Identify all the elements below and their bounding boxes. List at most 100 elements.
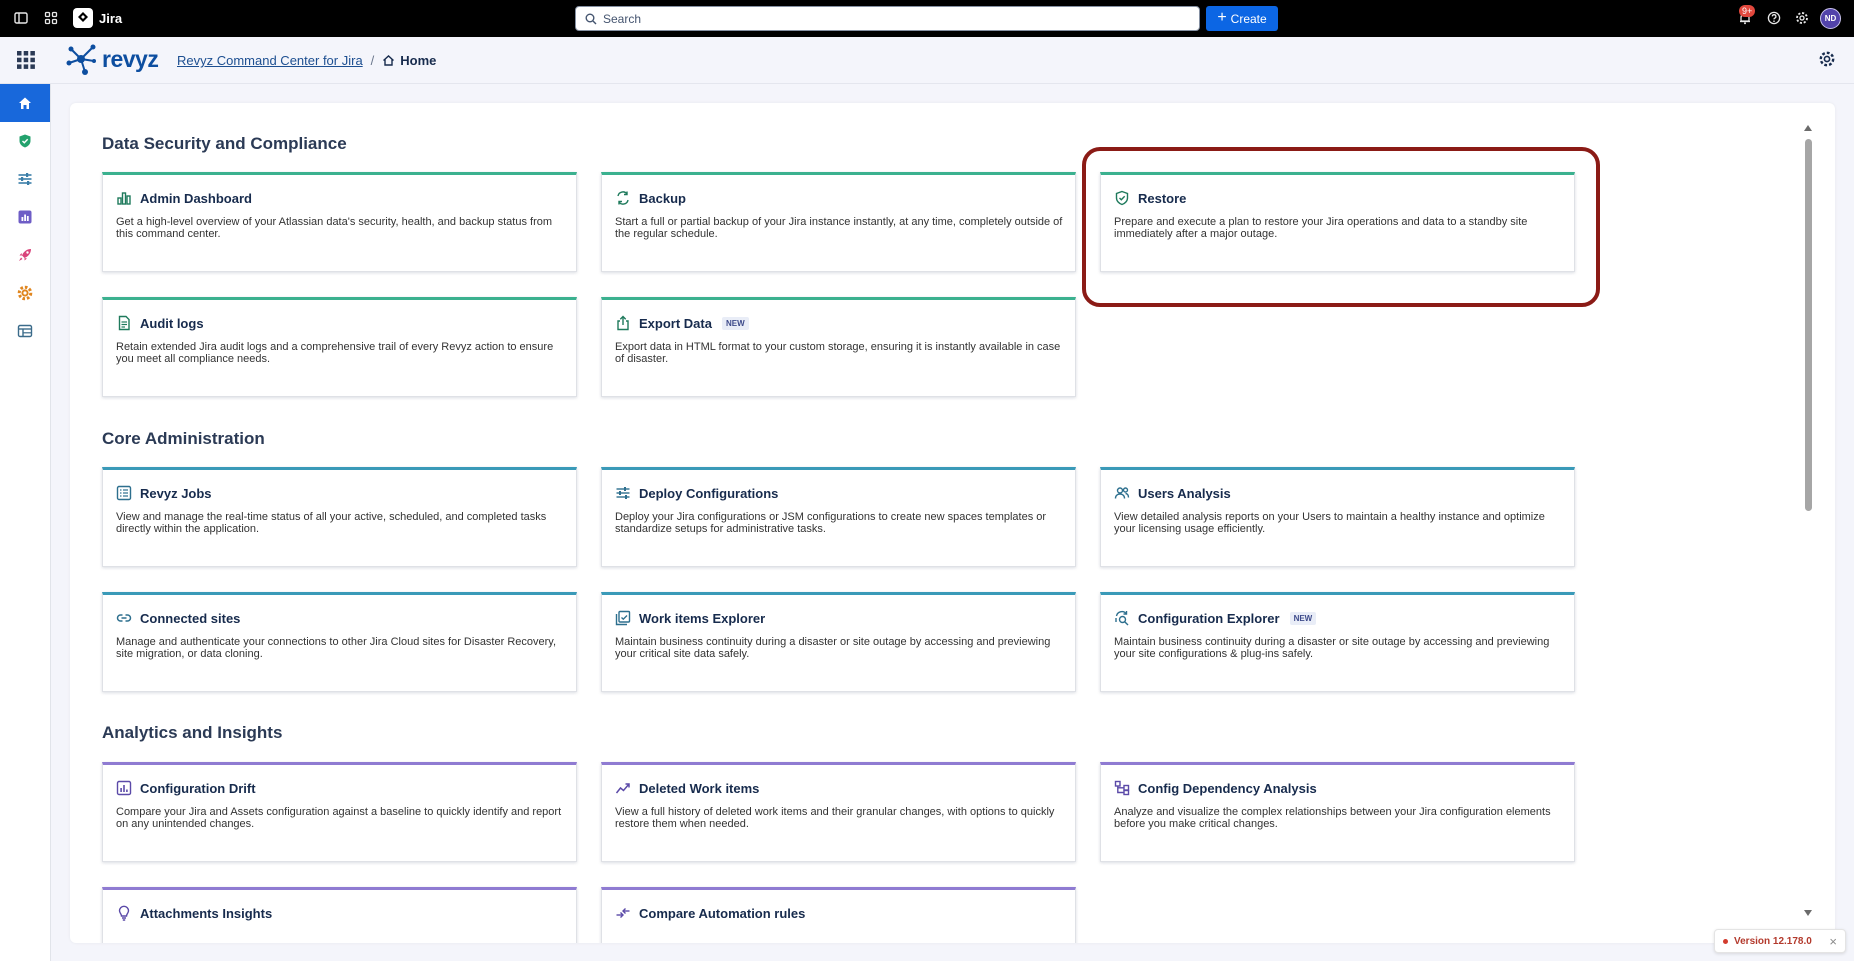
nav-configuration[interactable]: [0, 160, 50, 198]
breadcrumb-separator: /: [370, 53, 375, 68]
card-description: Analyze and visualize the complex relati…: [1114, 806, 1551, 830]
status-dot-icon: [1723, 938, 1728, 944]
settings-gear-icon[interactable]: [1818, 50, 1836, 73]
help-icon[interactable]: [1765, 9, 1783, 27]
sidebar-toggle-icon[interactable]: [12, 9, 30, 27]
hierarchy-icon: [1114, 780, 1130, 796]
new-badge: NEW: [1289, 611, 1317, 625]
section-title-analytics-insights: Analytics and Insights: [102, 723, 283, 742]
scroll-up-arrow[interactable]: [1804, 125, 1812, 131]
card-title: Export Data: [639, 315, 712, 331]
scroll-down-arrow[interactable]: [1804, 910, 1812, 916]
close-icon[interactable]: ×: [1829, 934, 1837, 949]
card-description: Export data in HTML format to your custo…: [615, 341, 1061, 365]
card-description: Retain extended Jira audit logs and a co…: [116, 341, 554, 365]
left-nav: [0, 84, 51, 961]
nav-analytics[interactable]: [0, 198, 50, 236]
document-icon: [118, 315, 130, 331]
breadcrumb-current-label: Home: [400, 53, 437, 68]
home-icon: [383, 55, 395, 66]
grid-menu-icon[interactable]: [16, 50, 36, 75]
card-title: Audit logs: [140, 315, 204, 331]
rocket-icon: [19, 249, 31, 261]
card-title: Revyz Jobs: [140, 485, 212, 501]
highlight-annotation: [1082, 147, 1600, 307]
app-name[interactable]: Jira: [99, 11, 122, 26]
card-connected-sites[interactable]: Connected sites Manage and authenticate …: [102, 592, 577, 692]
card-configuration-drift[interactable]: Configuration Drift Compare your Jira an…: [102, 762, 577, 862]
version-chip: Version 12.178.0 ×: [1714, 929, 1846, 953]
section-title-data-security: Data Security and Compliance: [102, 134, 347, 153]
breadcrumb: Revyz Command Center for Jira / Home: [177, 53, 436, 68]
card-audit-logs[interactable]: Audit logs Retain extended Jira audit lo…: [102, 297, 577, 397]
bar-chart-icon: [117, 192, 131, 205]
card-work-items-explorer[interactable]: Work items Explorer Maintain business co…: [601, 592, 1076, 692]
sliders-icon: [616, 487, 630, 499]
analytics-chart-icon: [18, 210, 32, 224]
card-users-analysis[interactable]: Users Analysis View detailed analysis re…: [1100, 467, 1575, 567]
main-panel: Data Security and Compliance Admin Dashb…: [70, 103, 1835, 943]
card-title: Attachments Insights: [140, 905, 273, 921]
create-button-label: Create: [1230, 11, 1267, 26]
card-title: Configuration Explorer: [1138, 610, 1280, 626]
sliders-icon: [18, 173, 32, 185]
version-label: Version 12.178.0: [1734, 935, 1812, 947]
card-deploy-configurations[interactable]: Deploy Configurations Deploy your Jira c…: [601, 467, 1076, 567]
card-description: Compare your Jira and Assets configurati…: [116, 806, 562, 830]
avatar[interactable]: ND: [1820, 8, 1841, 29]
nav-security[interactable]: [0, 122, 50, 160]
notification-count-badge: 9+: [1739, 5, 1756, 17]
revyz-logo[interactable]: revyz: [63, 41, 159, 77]
new-badge: NEW: [721, 316, 749, 330]
card-title: Compare Automation rules: [639, 905, 806, 921]
search-placeholder: Search: [603, 11, 642, 26]
card-config-dependency-analysis[interactable]: Config Dependency Analysis Analyze and v…: [1100, 762, 1575, 862]
card-attachments-insights[interactable]: Attachments Insights: [102, 887, 577, 943]
nav-deploy[interactable]: [0, 236, 50, 274]
search-input[interactable]: Search: [575, 6, 1200, 31]
card-description: Start a full or partial backup of your J…: [615, 216, 1063, 240]
plus-icon: +: [1217, 8, 1227, 26]
create-button[interactable]: + Create: [1206, 6, 1278, 31]
card-title: Configuration Drift: [140, 780, 256, 796]
drift-chart-icon: [116, 780, 132, 796]
explorer-icon: [615, 610, 631, 626]
gear-icon: [17, 285, 33, 301]
search-icon: [585, 13, 597, 24]
breadcrumb-app-link[interactable]: Revyz Command Center for Jira: [177, 53, 363, 68]
section-title-core-administration: Core Administration: [102, 429, 265, 448]
scrollbar-thumb[interactable]: [1805, 139, 1812, 511]
nav-settings[interactable]: [0, 274, 50, 312]
card-configuration-explorer[interactable]: Configuration Explorer NEW Maintain busi…: [1100, 592, 1575, 692]
app-switcher-icon[interactable]: [42, 9, 60, 27]
nav-reports[interactable]: [0, 312, 50, 350]
card-title: Admin Dashboard: [140, 190, 252, 206]
app-header: revyz Revyz Command Center for Jira / Ho…: [0, 37, 1854, 84]
card-description: View detailed analysis reports on your U…: [1114, 511, 1545, 535]
card-deleted-work-items[interactable]: Deleted Work items View a full history o…: [601, 762, 1076, 862]
revyz-network-icon: [66, 44, 96, 75]
card-admin-dashboard[interactable]: Admin Dashboard Get a high-level overvie…: [102, 172, 577, 272]
card-compare-automation-rules[interactable]: Compare Automation rules: [601, 887, 1076, 943]
card-title: Config Dependency Analysis: [1138, 780, 1317, 796]
breadcrumb-current: Home: [382, 53, 436, 68]
card-description: Deploy your Jira configurations or JSM c…: [615, 511, 1047, 535]
jira-logo-icon[interactable]: [73, 8, 93, 28]
card-title: Users Analysis: [1138, 485, 1231, 501]
card-title: Backup: [639, 190, 686, 206]
card-description: View and manage the real-time status of …: [116, 511, 547, 535]
link-icon: [116, 614, 132, 622]
backup-icon: [617, 191, 629, 205]
card-backup[interactable]: Backup Start a full or partial backup of…: [601, 172, 1076, 272]
card-revyz-jobs[interactable]: Revyz Jobs View and manage the real-time…: [102, 467, 577, 567]
gear-icon[interactable]: [1793, 9, 1811, 27]
card-description: Get a high-level overview of your Atlass…: [116, 216, 553, 240]
config-explorer-icon: [1115, 610, 1129, 626]
table-icon: [17, 324, 33, 338]
card-description: Maintain business continuity during a di…: [1114, 636, 1550, 660]
lightbulb-icon: [118, 905, 130, 921]
brand-name: revyz: [102, 45, 159, 72]
nav-home[interactable]: [0, 84, 50, 122]
card-export-data[interactable]: Export Data NEW Export data in HTML form…: [601, 297, 1076, 397]
card-description: Manage and authenticate your connections…: [116, 636, 557, 660]
